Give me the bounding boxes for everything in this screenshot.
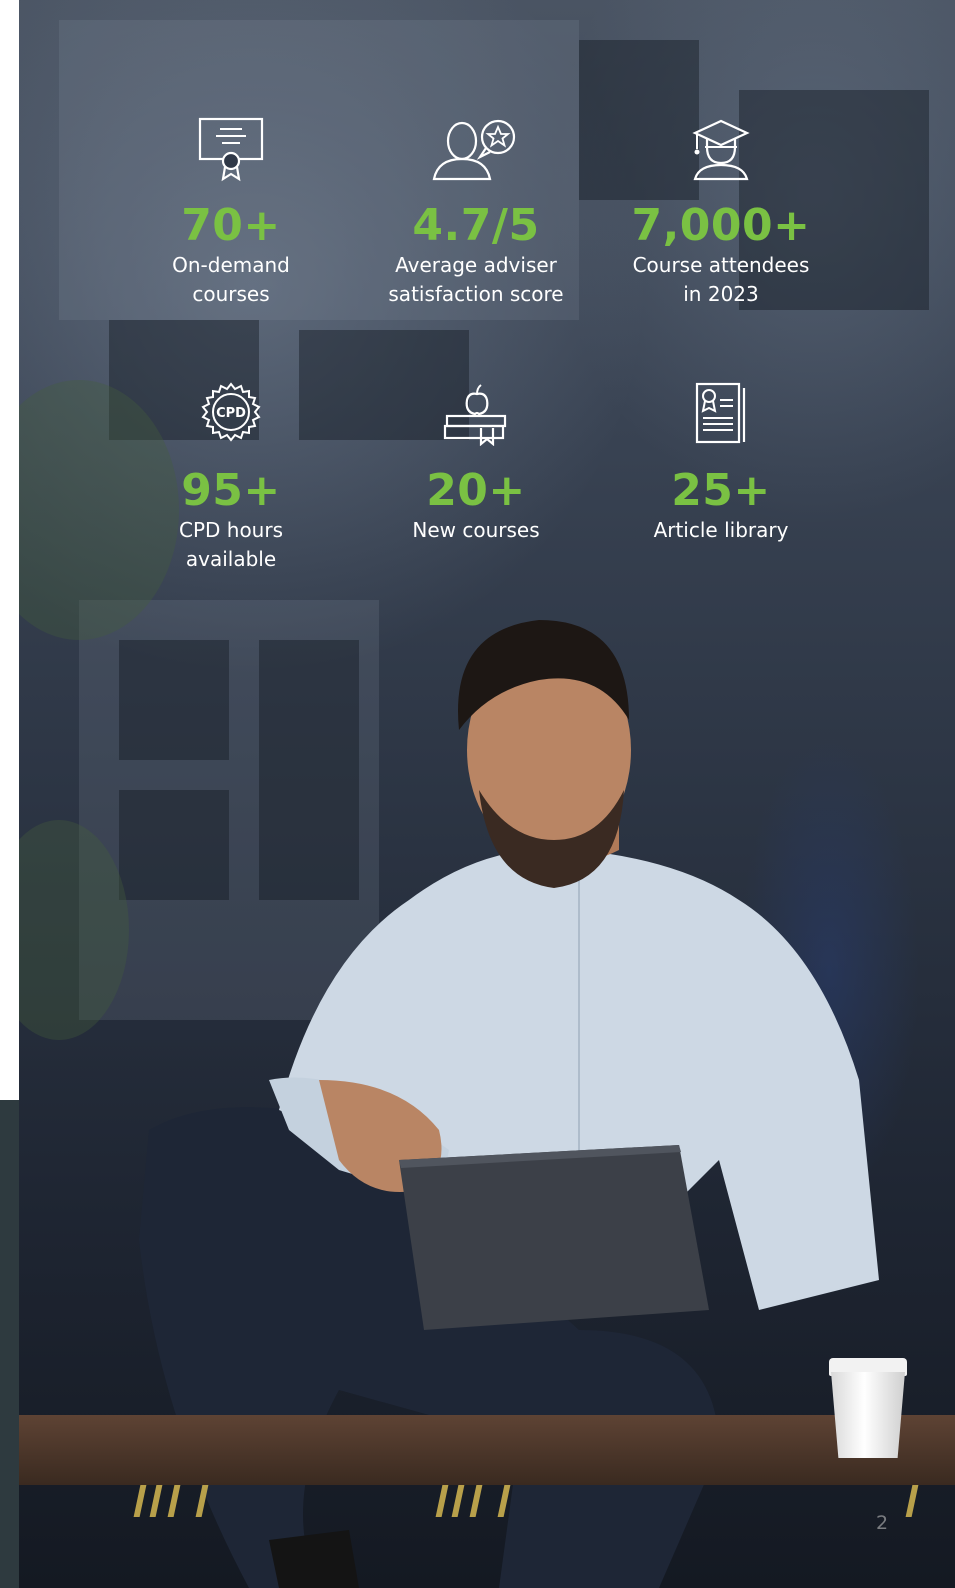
stat-value: 95+: [181, 465, 281, 516]
adviser-rating-icon: [432, 119, 516, 181]
stat-on-demand-courses: 70+ On-demand courses: [111, 115, 351, 309]
stat-value: 70+: [181, 200, 281, 251]
bench: [19, 1415, 955, 1485]
stat-label-line2: available: [185, 547, 277, 571]
stat-value: 7,000+: [631, 200, 811, 251]
stat-label-line2: in 2023: [683, 282, 759, 306]
stat-label-line1: On-demand: [172, 253, 290, 277]
left-edge-strip: [0, 1100, 19, 1588]
document-badge-icon: [695, 382, 746, 444]
certificate-icon: [198, 117, 264, 182]
stats-grid: 70+ On-demand courses 4.7/5 Average advi…: [19, 0, 955, 620]
stat-label-line2: courses: [192, 282, 270, 306]
cpd-badge-icon: CPD: [201, 382, 261, 442]
stat-label-line1: CPD hours: [178, 518, 283, 542]
cpd-badge-text: CPD: [216, 406, 246, 421]
stat-course-attendees: 7,000+ Course attendees in 2023: [601, 115, 841, 309]
stat-value: 4.7/5: [412, 200, 540, 251]
stat-value: 25+: [671, 465, 771, 516]
stat-label-line2: satisfaction score: [388, 282, 564, 306]
stat-label-line1: Course attendees: [632, 253, 810, 277]
stat-label-line1: New courses: [412, 518, 540, 542]
stat-new-courses: 20+ New courses: [356, 382, 596, 545]
stat-label-line1: Average adviser: [395, 253, 557, 277]
page-number: 2: [876, 1512, 889, 1534]
stat-article-library: 25+ Article library: [601, 382, 841, 545]
graduate-icon: [692, 119, 750, 181]
books-apple-icon: [443, 384, 507, 446]
stat-value: 20+: [426, 465, 526, 516]
stat-adviser-satisfaction: 4.7/5 Average adviser satisfaction score: [356, 115, 596, 309]
stat-cpd-hours: CPD 95+ CPD hours available: [111, 382, 351, 574]
coffee-cup: [831, 1372, 905, 1458]
stat-label-line1: Article library: [653, 518, 789, 542]
